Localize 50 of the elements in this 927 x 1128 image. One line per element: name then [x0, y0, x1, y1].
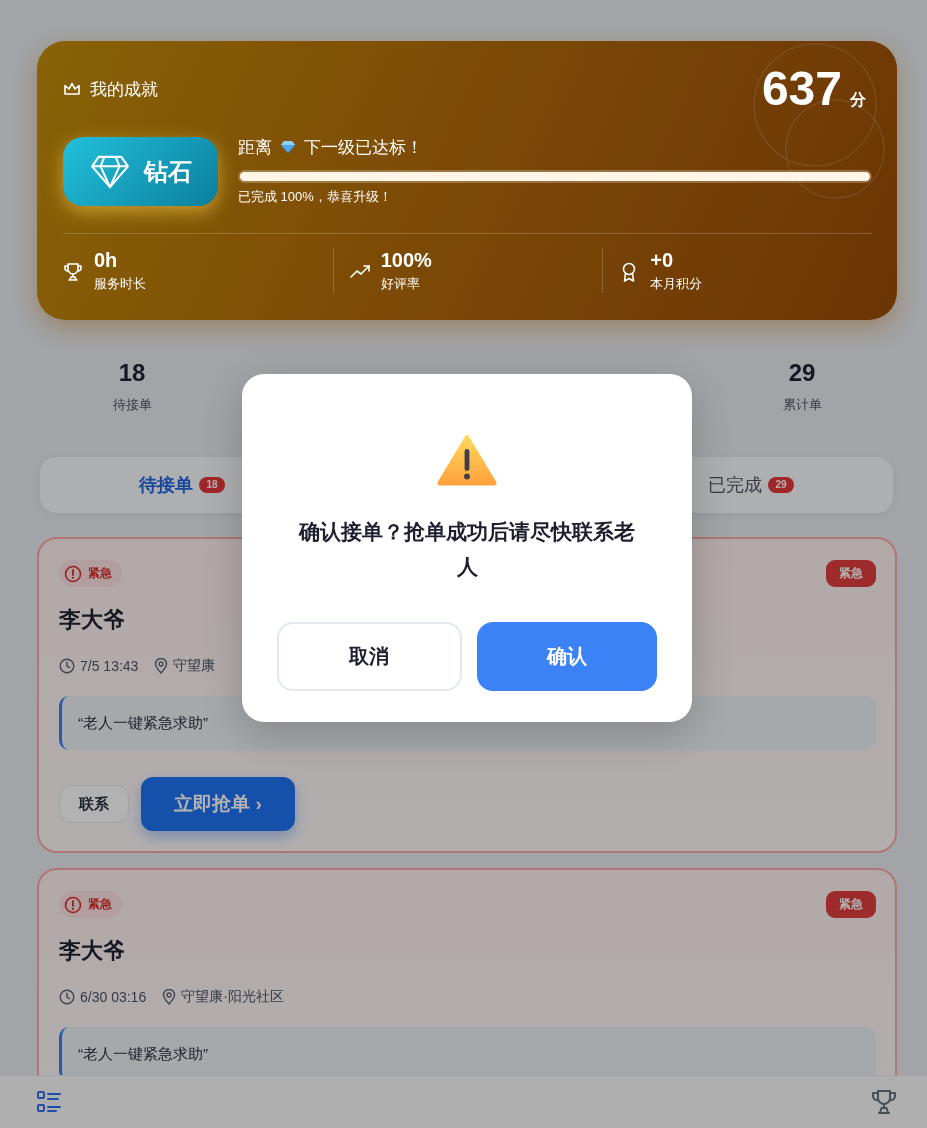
score-value: 637	[761, 65, 842, 113]
warning-icon	[437, 434, 497, 486]
order-address: 守望康	[173, 657, 216, 675]
urgency-tag: 紧急	[826, 891, 876, 918]
achievement-title: 我的成就	[90, 78, 158, 101]
urgency-tag: 紧急	[826, 560, 876, 587]
clock-icon	[59, 658, 75, 674]
contact-button[interactable]: 联系	[59, 785, 129, 823]
elder-name: 李大爷	[59, 606, 126, 634]
nav-item[interactable]	[871, 1089, 897, 1115]
crown-icon	[63, 81, 81, 97]
cup-icon	[63, 262, 83, 282]
order-time: 7/5 13:43	[80, 658, 139, 674]
stat-value: 100%	[380, 248, 432, 272]
trophy-icon	[871, 1089, 897, 1115]
order-time: 6/30 03:16	[80, 989, 147, 1005]
progress-caption: 已完成 100%，恭喜升级！	[238, 189, 393, 205]
stat-value: 0h	[94, 248, 119, 272]
order-note: “老人一键紧急求助”	[59, 1027, 876, 1075]
stat-label: 好评率	[380, 275, 421, 293]
count-value: 29	[788, 358, 816, 388]
order-address: 守望康·阳光社区	[181, 988, 284, 1006]
urgency-label: 紧急	[88, 565, 112, 582]
elder-name: 李大爷	[59, 937, 126, 965]
level-name: 钻石	[143, 156, 192, 187]
gem-icon	[280, 140, 296, 154]
clock-icon	[59, 989, 75, 1005]
stat-label: 服务时长	[94, 275, 146, 293]
count-badge: 18	[199, 477, 225, 493]
count-label: 累计单	[782, 396, 822, 414]
next-level-text: 下一级已达标！	[304, 136, 423, 159]
count-value: 18	[118, 358, 146, 388]
count-label: 待接单	[112, 396, 152, 414]
next-level-prefix: 距离	[238, 136, 272, 159]
list-icon	[36, 1089, 62, 1115]
count-badge: 29	[768, 477, 794, 493]
confirm-button[interactable]: 确认	[476, 622, 657, 691]
cancel-button[interactable]: 取消	[277, 622, 462, 691]
grab-order-button[interactable]: 立即抢单 ›	[141, 777, 295, 831]
location-pin-icon	[162, 989, 177, 1005]
score-unit: 分	[850, 90, 866, 110]
location-pin-icon	[154, 658, 169, 674]
stat-label: 本月积分	[650, 275, 703, 293]
stat-value: +0	[650, 248, 675, 272]
alert-icon	[64, 564, 82, 583]
nav-item[interactable]	[36, 1089, 62, 1115]
gem-icon	[89, 154, 130, 189]
alert-icon	[64, 895, 82, 914]
dialog-message: 确认接单？抢单成功后请尽快联系老人	[297, 519, 636, 580]
urgency-label: 紧急	[88, 896, 112, 913]
